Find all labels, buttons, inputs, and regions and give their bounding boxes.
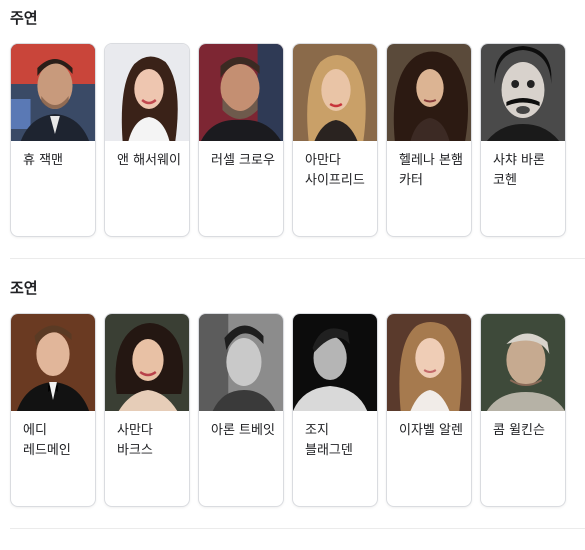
person-photo bbox=[387, 314, 471, 411]
cast-panel: 주연 휴 잭맨 앤 해서웨이 러셀 크로우 아만다 사이프리드 헬레나 본햄 카… bbox=[0, 0, 585, 550]
cast-name: 아론 트베잇 bbox=[211, 423, 275, 438]
section-title-supporting: 조연 bbox=[10, 279, 38, 297]
section-divider bbox=[10, 528, 585, 529]
cast-card-6[interactable]: 사챠 바론 코헨 bbox=[480, 43, 566, 237]
cast-name: 헬레나 본햄 카터 bbox=[399, 153, 463, 188]
cast-card-5[interactable]: 헬레나 본햄 카터 bbox=[386, 43, 472, 237]
person-photo bbox=[293, 314, 377, 411]
lead-cast-cards: 휴 잭맨 앤 해서웨이 러셀 크로우 아만다 사이프리드 헬레나 본햄 카터 사… bbox=[10, 43, 566, 237]
person-photo bbox=[481, 314, 565, 411]
person-photo bbox=[387, 44, 471, 141]
cast-name: 러셀 크로우 bbox=[211, 153, 275, 168]
cast-card-7[interactable]: 에디 레드메인 bbox=[10, 313, 96, 507]
cast-name: 아만다 사이프리드 bbox=[305, 153, 365, 188]
person-photo bbox=[11, 314, 95, 411]
cast-card-3[interactable]: 러셀 크로우 bbox=[198, 43, 284, 237]
cast-card-11[interactable]: 이자벨 알렌 bbox=[386, 313, 472, 507]
cast-name: 이자벨 알렌 bbox=[399, 423, 463, 438]
section-divider bbox=[10, 258, 585, 259]
cast-name: 사챠 바론 코헨 bbox=[493, 153, 545, 188]
cast-name: 에디 레드메인 bbox=[23, 423, 71, 458]
cast-card-10[interactable]: 조지 블래그덴 bbox=[292, 313, 378, 507]
person-photo bbox=[11, 44, 95, 141]
section-title-lead: 주연 bbox=[10, 9, 38, 27]
person-photo bbox=[293, 44, 377, 141]
supporting-cast-cards: 에디 레드메인 사만다 바크스 아론 트베잇 조지 블래그덴 이자벨 알렌 콤 … bbox=[10, 313, 566, 507]
cast-card-2[interactable]: 앤 해서웨이 bbox=[104, 43, 190, 237]
cast-name: 앤 해서웨이 bbox=[117, 153, 181, 168]
person-photo bbox=[105, 314, 189, 411]
cast-card-12[interactable]: 콤 윌킨슨 bbox=[480, 313, 566, 507]
cast-name: 조지 블래그덴 bbox=[305, 423, 353, 458]
cast-name: 사만다 바크스 bbox=[117, 423, 153, 458]
cast-card-1[interactable]: 휴 잭맨 bbox=[10, 43, 96, 237]
person-photo bbox=[105, 44, 189, 141]
cast-name: 휴 잭맨 bbox=[23, 153, 64, 168]
cast-card-8[interactable]: 사만다 바크스 bbox=[104, 313, 190, 507]
cast-card-4[interactable]: 아만다 사이프리드 bbox=[292, 43, 378, 237]
person-photo bbox=[481, 44, 565, 141]
person-photo bbox=[199, 44, 283, 141]
cast-card-9[interactable]: 아론 트베잇 bbox=[198, 313, 284, 507]
person-photo bbox=[199, 314, 283, 411]
cast-name: 콤 윌킨슨 bbox=[493, 423, 545, 438]
